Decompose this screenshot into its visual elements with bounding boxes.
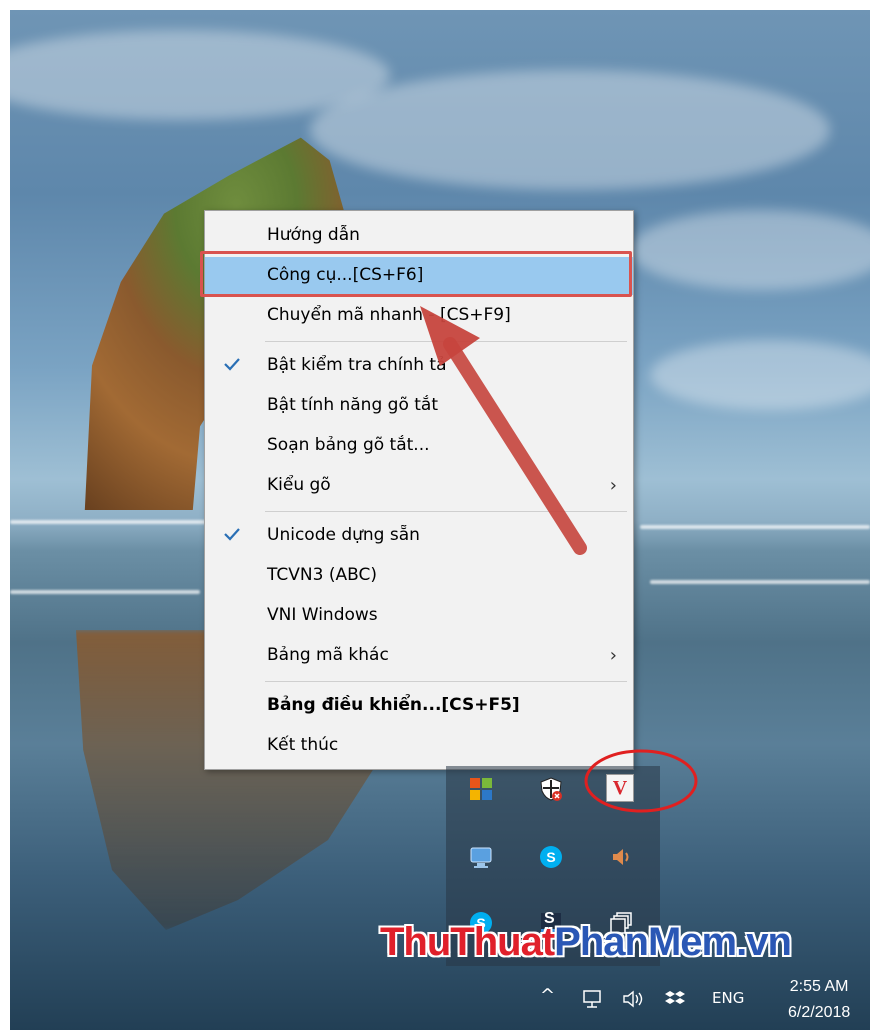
menu-separator <box>265 341 627 342</box>
menu-item-label: VNI Windows <box>267 605 378 625</box>
clock-date: 6/2/2018 <box>788 1004 851 1021</box>
windows-tiles-icon[interactable] <box>466 774 496 804</box>
menu-item-bang-ma-khac[interactable]: Bảng mã khác › <box>205 637 633 675</box>
cloud <box>630 210 870 290</box>
menu-item-vni-windows[interactable]: VNI Windows <box>205 597 633 635</box>
show-hidden-icons-chevron-icon[interactable]: ^ <box>540 985 555 1006</box>
annotation-highlight-box <box>200 251 632 297</box>
menu-item-go-tat[interactable]: Bật tính năng gõ tắt <box>205 387 633 425</box>
speaker-icon[interactable] <box>606 842 636 872</box>
vietkey-v-icon[interactable]: V <box>606 774 634 802</box>
wave <box>10 520 210 524</box>
menu-item-ket-thuc[interactable]: Kết thúc <box>205 727 633 765</box>
network-monitor-icon[interactable] <box>466 842 496 872</box>
v-letter: V <box>612 776 628 799</box>
menu-item-label: TCVN3 (ABC) <box>267 565 377 585</box>
menu-item-kiem-tra-chinh-ta[interactable]: Bật kiểm tra chính tả <box>205 347 633 385</box>
watermark-part2: PhanMem <box>554 920 737 964</box>
checkmark-icon <box>221 353 243 375</box>
cloud <box>650 340 870 410</box>
wave <box>640 525 870 529</box>
menu-item-label: Bảng mã khác <box>267 645 389 665</box>
menu-item-soan-bang-go-tat[interactable]: Soạn bảng gõ tắt... <box>205 427 633 465</box>
network-icon[interactable] <box>582 989 604 1013</box>
cloud <box>310 70 830 190</box>
watermark-part1: ThuThuat <box>380 920 555 964</box>
menu-item-kieu-go[interactable]: Kiểu gõ › <box>205 467 633 505</box>
menu-item-label: Bật tính năng gõ tắt <box>267 395 438 415</box>
dropbox-icon[interactable] <box>664 989 686 1013</box>
checkmark-icon <box>221 523 243 545</box>
menu-item-label: Kiểu gõ <box>267 475 331 495</box>
clock-time: 2:55 AM <box>789 978 849 995</box>
menu-item-unicode-dung-san[interactable]: Unicode dựng sẵn <box>205 517 633 555</box>
wave <box>10 590 200 594</box>
menu-item-bang-dieu-khien[interactable]: Bảng điều khiển...[CS+F5] <box>205 687 633 725</box>
menu-item-huong-dan[interactable]: Hướng dẫn <box>205 217 633 255</box>
submenu-arrow-icon: › <box>609 475 617 496</box>
submenu-arrow-icon: › <box>609 645 617 666</box>
menu-separator <box>265 511 627 512</box>
menu-item-label: Chuyển mã nhanh - [CS+F9] <box>267 305 511 325</box>
taskbar-clock[interactable]: 2:55 AM 6/2/2018 <box>788 974 850 1026</box>
menu-item-label: Bảng điều khiển...[CS+F5] <box>267 695 520 715</box>
skype-icon[interactable]: S <box>536 842 566 872</box>
menu-item-label: Hướng dẫn <box>267 225 360 245</box>
menu-item-label: Kết thúc <box>267 735 339 755</box>
menu-item-label: Unicode dựng sẵn <box>267 525 420 545</box>
wave <box>650 580 870 584</box>
menu-item-label: Soạn bảng gõ tắt... <box>267 435 430 455</box>
watermark-logo: ThuThuatPhanMem.vn <box>380 920 792 965</box>
svg-text:S: S <box>546 849 555 865</box>
shield-x-icon[interactable] <box>536 774 566 804</box>
menu-item-tcvn3[interactable]: TCVN3 (ABC) <box>205 557 633 595</box>
language-indicator[interactable]: ENG <box>712 989 744 1007</box>
watermark-part3: .vn <box>736 920 792 964</box>
menu-item-label: Bật kiểm tra chính tả <box>267 355 447 375</box>
menu-item-chuyen-ma-nhanh[interactable]: Chuyển mã nhanh - [CS+F9] <box>205 297 633 335</box>
menu-separator <box>265 681 627 682</box>
volume-icon[interactable] <box>622 989 648 1013</box>
